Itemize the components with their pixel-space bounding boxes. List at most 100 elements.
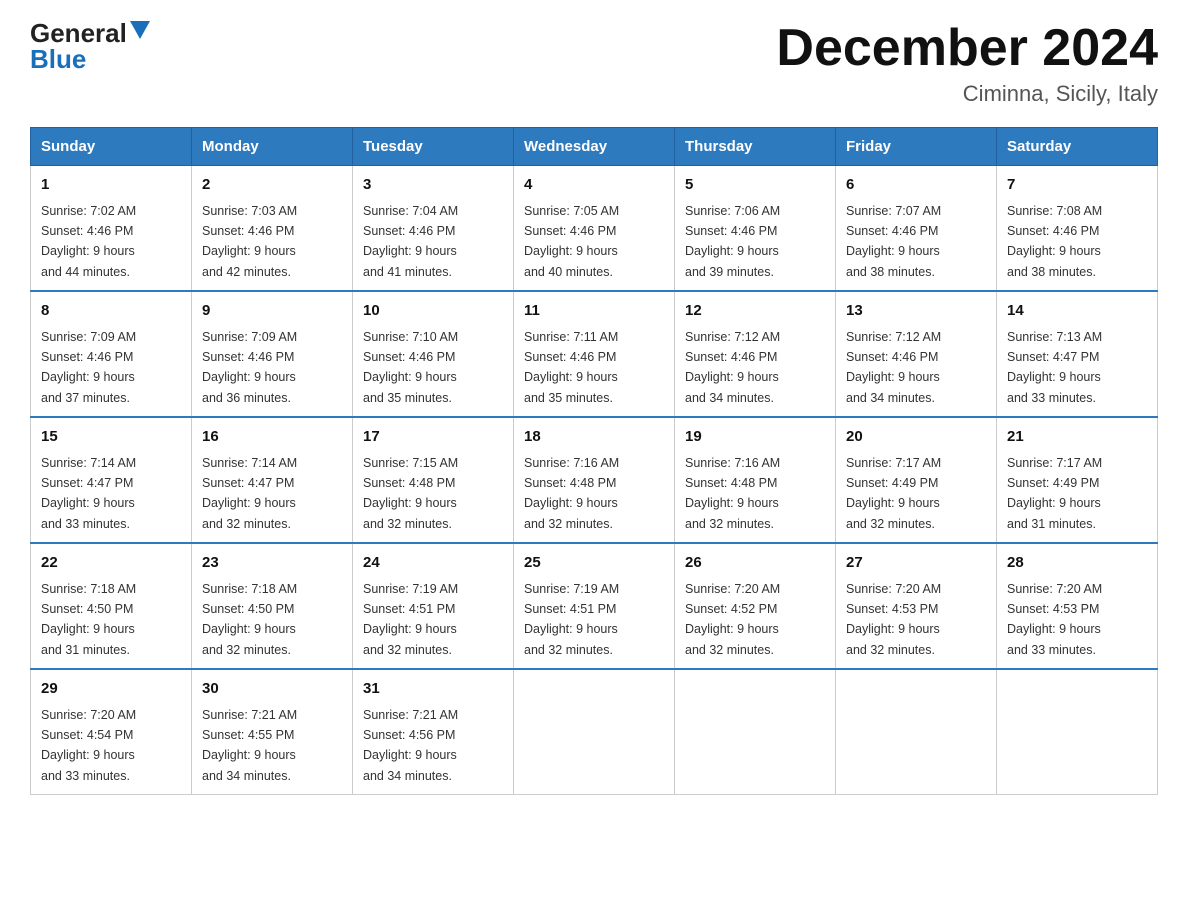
calendar-cell: 19 Sunrise: 7:16 AMSunset: 4:48 PMDaylig… — [675, 417, 836, 543]
day-number: 26 — [685, 552, 825, 575]
day-number: 15 — [41, 426, 181, 449]
day-info: Sunrise: 7:07 AMSunset: 4:46 PMDaylight:… — [846, 204, 941, 279]
day-number: 1 — [41, 174, 181, 197]
calendar-cell: 2 Sunrise: 7:03 AMSunset: 4:46 PMDayligh… — [192, 166, 353, 292]
calendar-cell — [836, 669, 997, 795]
day-number: 20 — [846, 426, 986, 449]
day-info: Sunrise: 7:20 AMSunset: 4:53 PMDaylight:… — [1007, 582, 1102, 657]
calendar-cell: 4 Sunrise: 7:05 AMSunset: 4:46 PMDayligh… — [514, 166, 675, 292]
calendar-cell: 3 Sunrise: 7:04 AMSunset: 4:46 PMDayligh… — [353, 166, 514, 292]
day-info: Sunrise: 7:02 AMSunset: 4:46 PMDaylight:… — [41, 204, 136, 279]
page-header: General Blue December 2024 Ciminna, Sici… — [30, 20, 1158, 107]
day-info: Sunrise: 7:17 AMSunset: 4:49 PMDaylight:… — [846, 456, 941, 531]
month-year-title: December 2024 — [776, 20, 1158, 77]
day-info: Sunrise: 7:14 AMSunset: 4:47 PMDaylight:… — [41, 456, 136, 531]
day-number: 4 — [524, 174, 664, 197]
calendar-cell: 9 Sunrise: 7:09 AMSunset: 4:46 PMDayligh… — [192, 291, 353, 417]
day-info: Sunrise: 7:08 AMSunset: 4:46 PMDaylight:… — [1007, 204, 1102, 279]
calendar-cell: 30 Sunrise: 7:21 AMSunset: 4:55 PMDaylig… — [192, 669, 353, 795]
day-number: 22 — [41, 552, 181, 575]
day-info: Sunrise: 7:03 AMSunset: 4:46 PMDaylight:… — [202, 204, 297, 279]
calendar-cell: 1 Sunrise: 7:02 AMSunset: 4:46 PMDayligh… — [31, 166, 192, 292]
day-info: Sunrise: 7:09 AMSunset: 4:46 PMDaylight:… — [41, 330, 136, 405]
calendar-cell: 29 Sunrise: 7:20 AMSunset: 4:54 PMDaylig… — [31, 669, 192, 795]
calendar-cell: 5 Sunrise: 7:06 AMSunset: 4:46 PMDayligh… — [675, 166, 836, 292]
calendar-cell: 20 Sunrise: 7:17 AMSunset: 4:49 PMDaylig… — [836, 417, 997, 543]
day-info: Sunrise: 7:17 AMSunset: 4:49 PMDaylight:… — [1007, 456, 1102, 531]
table-row: 22 Sunrise: 7:18 AMSunset: 4:50 PMDaylig… — [31, 543, 1158, 669]
day-number: 13 — [846, 300, 986, 323]
day-number: 5 — [685, 174, 825, 197]
table-row: 1 Sunrise: 7:02 AMSunset: 4:46 PMDayligh… — [31, 166, 1158, 292]
calendar-cell: 26 Sunrise: 7:20 AMSunset: 4:52 PMDaylig… — [675, 543, 836, 669]
col-saturday: Saturday — [997, 128, 1158, 166]
day-number: 30 — [202, 678, 342, 701]
header-row: Sunday Monday Tuesday Wednesday Thursday… — [31, 128, 1158, 166]
col-monday: Monday — [192, 128, 353, 166]
calendar-cell — [997, 669, 1158, 795]
calendar-cell: 18 Sunrise: 7:16 AMSunset: 4:48 PMDaylig… — [514, 417, 675, 543]
col-friday: Friday — [836, 128, 997, 166]
calendar-cell: 28 Sunrise: 7:20 AMSunset: 4:53 PMDaylig… — [997, 543, 1158, 669]
day-info: Sunrise: 7:19 AMSunset: 4:51 PMDaylight:… — [363, 582, 458, 657]
day-number: 17 — [363, 426, 503, 449]
day-number: 10 — [363, 300, 503, 323]
day-info: Sunrise: 7:20 AMSunset: 4:54 PMDaylight:… — [41, 708, 136, 783]
calendar-cell: 10 Sunrise: 7:10 AMSunset: 4:46 PMDaylig… — [353, 291, 514, 417]
day-info: Sunrise: 7:18 AMSunset: 4:50 PMDaylight:… — [41, 582, 136, 657]
calendar-cell: 25 Sunrise: 7:19 AMSunset: 4:51 PMDaylig… — [514, 543, 675, 669]
day-number: 18 — [524, 426, 664, 449]
day-info: Sunrise: 7:05 AMSunset: 4:46 PMDaylight:… — [524, 204, 619, 279]
calendar-cell: 27 Sunrise: 7:20 AMSunset: 4:53 PMDaylig… — [836, 543, 997, 669]
day-number: 14 — [1007, 300, 1147, 323]
day-info: Sunrise: 7:13 AMSunset: 4:47 PMDaylight:… — [1007, 330, 1102, 405]
day-info: Sunrise: 7:12 AMSunset: 4:46 PMDaylight:… — [685, 330, 780, 405]
day-info: Sunrise: 7:04 AMSunset: 4:46 PMDaylight:… — [363, 204, 458, 279]
day-info: Sunrise: 7:15 AMSunset: 4:48 PMDaylight:… — [363, 456, 458, 531]
col-sunday: Sunday — [31, 128, 192, 166]
day-number: 23 — [202, 552, 342, 575]
day-number: 7 — [1007, 174, 1147, 197]
day-info: Sunrise: 7:21 AMSunset: 4:55 PMDaylight:… — [202, 708, 297, 783]
table-row: 8 Sunrise: 7:09 AMSunset: 4:46 PMDayligh… — [31, 291, 1158, 417]
calendar-cell: 31 Sunrise: 7:21 AMSunset: 4:56 PMDaylig… — [353, 669, 514, 795]
calendar-cell: 7 Sunrise: 7:08 AMSunset: 4:46 PMDayligh… — [997, 166, 1158, 292]
calendar-cell: 14 Sunrise: 7:13 AMSunset: 4:47 PMDaylig… — [997, 291, 1158, 417]
calendar-cell: 15 Sunrise: 7:14 AMSunset: 4:47 PMDaylig… — [31, 417, 192, 543]
calendar-cell: 22 Sunrise: 7:18 AMSunset: 4:50 PMDaylig… — [31, 543, 192, 669]
day-number: 3 — [363, 174, 503, 197]
calendar-cell: 23 Sunrise: 7:18 AMSunset: 4:50 PMDaylig… — [192, 543, 353, 669]
day-info: Sunrise: 7:14 AMSunset: 4:47 PMDaylight:… — [202, 456, 297, 531]
table-row: 15 Sunrise: 7:14 AMSunset: 4:47 PMDaylig… — [31, 417, 1158, 543]
col-thursday: Thursday — [675, 128, 836, 166]
calendar-cell: 17 Sunrise: 7:15 AMSunset: 4:48 PMDaylig… — [353, 417, 514, 543]
day-number: 27 — [846, 552, 986, 575]
logo: General Blue — [30, 20, 150, 72]
logo-arrow-icon — [130, 21, 150, 41]
day-info: Sunrise: 7:11 AMSunset: 4:46 PMDaylight:… — [524, 330, 618, 405]
day-number: 29 — [41, 678, 181, 701]
day-info: Sunrise: 7:06 AMSunset: 4:46 PMDaylight:… — [685, 204, 780, 279]
day-number: 28 — [1007, 552, 1147, 575]
day-info: Sunrise: 7:20 AMSunset: 4:53 PMDaylight:… — [846, 582, 941, 657]
day-number: 11 — [524, 300, 664, 323]
day-info: Sunrise: 7:16 AMSunset: 4:48 PMDaylight:… — [524, 456, 619, 531]
day-info: Sunrise: 7:10 AMSunset: 4:46 PMDaylight:… — [363, 330, 458, 405]
day-number: 12 — [685, 300, 825, 323]
day-number: 9 — [202, 300, 342, 323]
calendar-cell: 21 Sunrise: 7:17 AMSunset: 4:49 PMDaylig… — [997, 417, 1158, 543]
calendar-table: Sunday Monday Tuesday Wednesday Thursday… — [30, 127, 1158, 795]
day-number: 19 — [685, 426, 825, 449]
day-info: Sunrise: 7:21 AMSunset: 4:56 PMDaylight:… — [363, 708, 458, 783]
day-info: Sunrise: 7:12 AMSunset: 4:46 PMDaylight:… — [846, 330, 941, 405]
location-subtitle: Ciminna, Sicily, Italy — [776, 81, 1158, 107]
day-number: 31 — [363, 678, 503, 701]
day-info: Sunrise: 7:09 AMSunset: 4:46 PMDaylight:… — [202, 330, 297, 405]
day-number: 6 — [846, 174, 986, 197]
day-number: 8 — [41, 300, 181, 323]
table-row: 29 Sunrise: 7:20 AMSunset: 4:54 PMDaylig… — [31, 669, 1158, 795]
day-number: 16 — [202, 426, 342, 449]
calendar-cell: 8 Sunrise: 7:09 AMSunset: 4:46 PMDayligh… — [31, 291, 192, 417]
calendar-cell — [675, 669, 836, 795]
day-info: Sunrise: 7:16 AMSunset: 4:48 PMDaylight:… — [685, 456, 780, 531]
